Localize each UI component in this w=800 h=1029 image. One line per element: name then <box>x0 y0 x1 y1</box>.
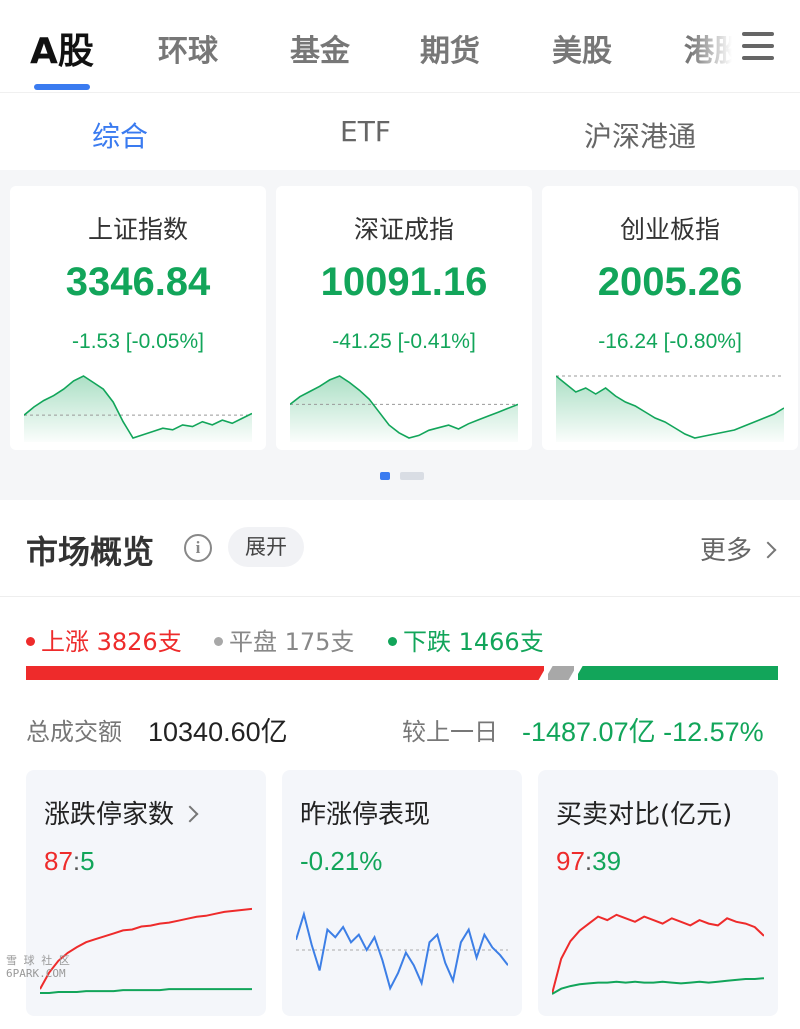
market-tab-bar: A股 环球 基金 期货 美股 港股 <box>0 0 800 92</box>
compare-value: -1487.07亿 -12.57% <box>522 717 764 747</box>
index-name: 上证指数 <box>87 215 188 244</box>
index-sparkline <box>24 375 252 442</box>
limit-down-line <box>40 988 252 994</box>
section-title: 市场概览 <box>26 533 155 571</box>
mini-line-chart <box>296 910 508 992</box>
limit-up-line <box>40 907 252 990</box>
advancers-count: 上涨 3826支 <box>26 622 182 657</box>
decliners-bar <box>578 666 778 680</box>
index-value: 3346.84 <box>65 260 211 304</box>
index-name: 深证成指 <box>353 215 454 244</box>
tab-us-stocks[interactable]: 美股 <box>552 26 612 70</box>
yesterday-limit-up-card[interactable]: 昨涨停表现 -0.21% <box>282 770 522 1016</box>
info-icon[interactable]: i <box>184 534 212 562</box>
index-change: -41.25 [-0.41%] <box>332 330 476 353</box>
subtab-etf[interactable]: ETF <box>340 115 391 148</box>
sparkline-area <box>290 376 518 442</box>
tab-global[interactable]: 环球 <box>158 26 218 70</box>
turnover-value: 10340.60亿 <box>148 717 288 747</box>
more-link[interactable]: 更多 <box>700 530 777 567</box>
dot-icon <box>388 636 397 646</box>
sub-tab-bar: 综合 ETF 沪深港通 <box>0 92 800 170</box>
watermark: 雪 球 社 区 6PARK.COM <box>6 954 70 980</box>
menu-icon[interactable] <box>742 32 774 60</box>
index-change: -1.53 [-0.05%] <box>72 330 204 353</box>
active-tab-indicator <box>34 84 90 90</box>
expand-button[interactable]: 展开 <box>228 527 304 567</box>
subtab-connect[interactable]: 沪深港通 <box>584 115 696 155</box>
card-title: 买卖对比(亿元) <box>556 800 733 830</box>
subtab-overview[interactable]: 综合 <box>92 115 148 155</box>
unchanged-count: 平盘 175支 <box>214 622 354 657</box>
chevron-right-icon <box>759 541 777 559</box>
dot-icon <box>214 636 223 646</box>
sparkline-area <box>556 376 784 442</box>
mini-line-chart <box>552 913 764 995</box>
index-value: 10091.16 <box>320 260 488 304</box>
tab-a-shares[interactable]: A股 <box>30 22 94 74</box>
index-card-sse[interactable]: 上证指数 3346.84 -1.53 [-0.05%] <box>10 186 266 450</box>
tab-futures[interactable]: 期货 <box>420 26 480 70</box>
index-sparkline <box>290 375 518 442</box>
chevron-right-icon <box>181 805 199 823</box>
divider <box>0 596 800 597</box>
turnover-label: 总成交额 <box>26 718 122 746</box>
index-name: 创业板指 <box>619 215 720 244</box>
performance-value: -0.21% <box>300 846 383 876</box>
buy-sell-card[interactable]: 买卖对比(亿元) 97:39 <box>538 770 778 1016</box>
dot-icon <box>26 636 35 646</box>
card-title: 涨跌停家数 <box>44 794 199 831</box>
index-value: 2005.26 <box>597 260 743 304</box>
advancers-bar <box>26 666 544 680</box>
tab-funds[interactable]: 基金 <box>290 26 350 70</box>
pager-dot-active[interactable] <box>380 472 390 480</box>
decliners-count: 下跌 1466支 <box>388 622 544 657</box>
limit-ratio: 87:5 <box>44 846 95 876</box>
index-card-chinext[interactable]: 创业板指 2005.26 -16.24 [-0.80%] <box>542 186 798 450</box>
pager-dot[interactable] <box>400 472 424 480</box>
performance-line <box>296 910 508 992</box>
more-label: 更多 <box>700 536 753 566</box>
tab-fade-overlay <box>690 20 750 76</box>
index-card-szse[interactable]: 深证成指 10091.16 -41.25 [-0.41%] <box>276 186 532 450</box>
buy-sell-ratio: 97:39 <box>556 846 622 876</box>
card-title: 昨涨停表现 <box>300 800 431 830</box>
mini-line-chart <box>40 907 252 994</box>
index-sparkline <box>556 375 784 442</box>
index-change: -16.24 [-0.80%] <box>598 330 742 353</box>
sell-line <box>552 977 764 995</box>
compare-label: 较上一日 <box>402 718 498 746</box>
sparkline-area <box>24 376 252 442</box>
